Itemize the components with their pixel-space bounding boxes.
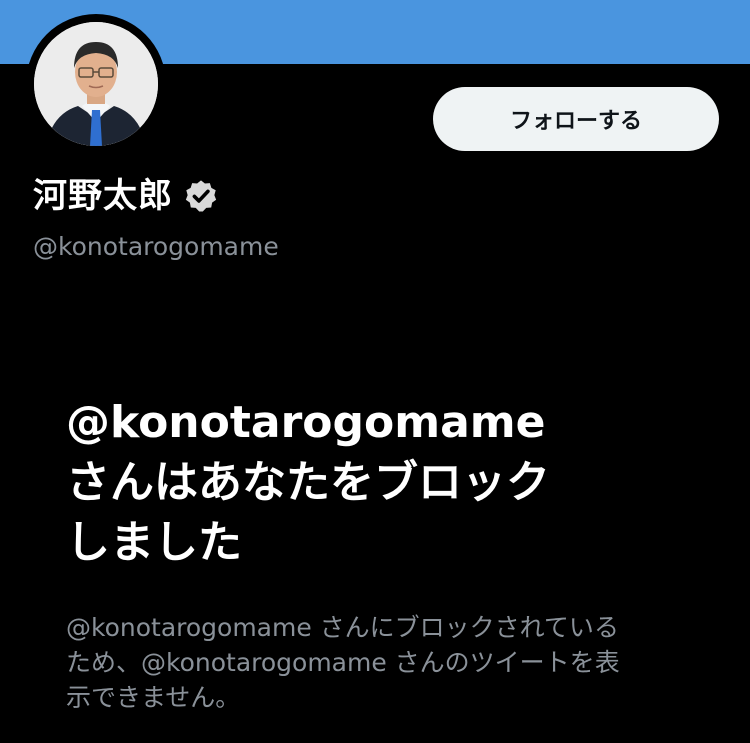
- blocked-title-line: @konotarogomame: [66, 397, 546, 448]
- blocked-title: @konotarogomame さんはあなたをブロック しました: [66, 393, 706, 573]
- avatar[interactable]: [34, 22, 158, 146]
- blocked-description: @konotarogomame さんにブロックされている ため、@konotar…: [66, 610, 706, 715]
- verified-badge-icon[interactable]: [183, 178, 219, 214]
- profile-name-row: 河野太郎: [33, 174, 219, 218]
- blocked-description-line: 示できません。: [66, 683, 241, 712]
- blocked-description-line: @konotarogomame さんにブロックされている: [66, 613, 619, 642]
- blocked-title-line: しました: [66, 517, 242, 568]
- display-name: 河野太郎: [33, 176, 173, 216]
- profile-handle: @konotarogomame: [33, 232, 279, 261]
- follow-button[interactable]: フォローする: [433, 87, 719, 151]
- avatar-photo: [34, 22, 158, 146]
- blocked-description-line: ため、@konotarogomame さんのツイートを表: [66, 648, 620, 677]
- blocked-title-line: さんはあなたをブロック: [66, 457, 550, 508]
